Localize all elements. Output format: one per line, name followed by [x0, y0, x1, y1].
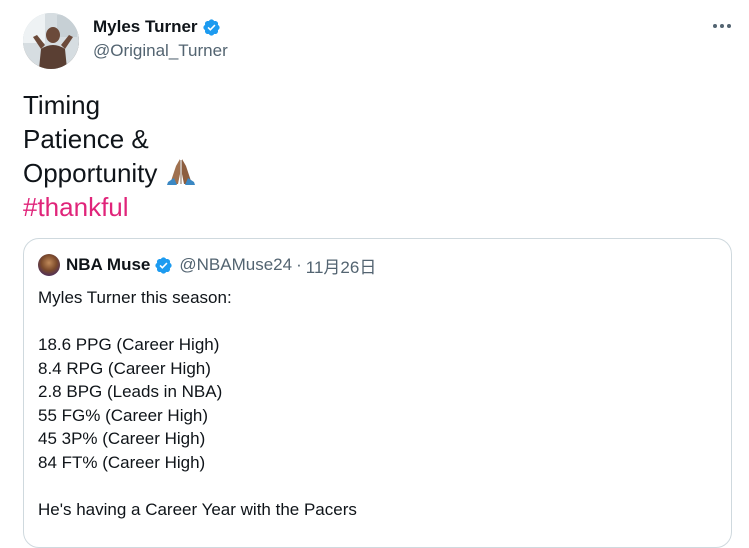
quoted-text-line: 45 3P% (Career High)	[38, 429, 206, 448]
more-horizontal-icon	[713, 24, 717, 28]
author-info: Myles Turner @Original_Turner	[93, 15, 228, 61]
more-horizontal-icon-dot	[727, 24, 731, 28]
more-horizontal-icon-dot	[720, 24, 724, 28]
quoted-tweet-date: 11月26日	[305, 257, 377, 277]
quoted-author-display-name: NBA Muse	[66, 255, 151, 274]
quoted-text-line: 55 FG% (Career High)	[38, 405, 209, 425]
quoted-tweet-text: Myles Turner this season: 18.6 PPG (Care…	[38, 286, 357, 521]
quoted-text-line: 8.4 RPG (Career High)	[38, 358, 211, 378]
tweet-text-line-content: Opportunity	[23, 158, 158, 188]
quoted-text-line: He's having a Career Year with the Pacer…	[38, 499, 357, 519]
author-avatar[interactable]	[23, 13, 79, 69]
quoted-text-line: 84 FT% (Career High)	[38, 452, 206, 472]
more-options-button[interactable]	[710, 16, 734, 36]
tweet-text-line: Timing	[23, 90, 101, 120]
verified-badge-icon	[202, 18, 220, 36]
quoted-text-line	[38, 310, 357, 334]
author-display-name[interactable]: Myles Turner	[93, 17, 198, 37]
avatar-photo	[23, 13, 79, 69]
meta-separator: ·	[296, 255, 302, 274]
quoted-text-line: 18.6 PPG (Career High)	[38, 335, 220, 354]
hashtag-link[interactable]: #thankful	[23, 190, 199, 224]
tweet-text-line: Patience &	[23, 124, 149, 154]
quoted-text-line: Myles Turner this season:	[38, 288, 232, 307]
quoted-author-avatar	[38, 254, 60, 276]
folded-hands-emoji-icon	[167, 159, 196, 185]
quoted-text-line: 2.8 BPG (Leads in NBA)	[38, 382, 223, 401]
quoted-author-handle: @NBAMuse24	[179, 255, 293, 274]
author-handle[interactable]: @Original_Turner	[93, 41, 228, 61]
quoted-tweet[interactable]: NBA Muse @NBAMuse24 · 11月26日 Myles Turne…	[23, 238, 732, 548]
tweet-text-line: Opportunity	[23, 156, 199, 190]
tweet-card: Myles Turner @Original_Turner Timing Pat…	[0, 0, 749, 548]
quoted-tweet-header: NBA Muse @NBAMuse24 · 11月26日	[38, 254, 377, 277]
verified-badge-icon	[155, 256, 173, 274]
tweet-text: Timing Patience & Opportunity #thankful	[23, 88, 199, 224]
author-name-row: Myles Turner	[93, 15, 228, 39]
quoted-text-line	[38, 474, 357, 498]
